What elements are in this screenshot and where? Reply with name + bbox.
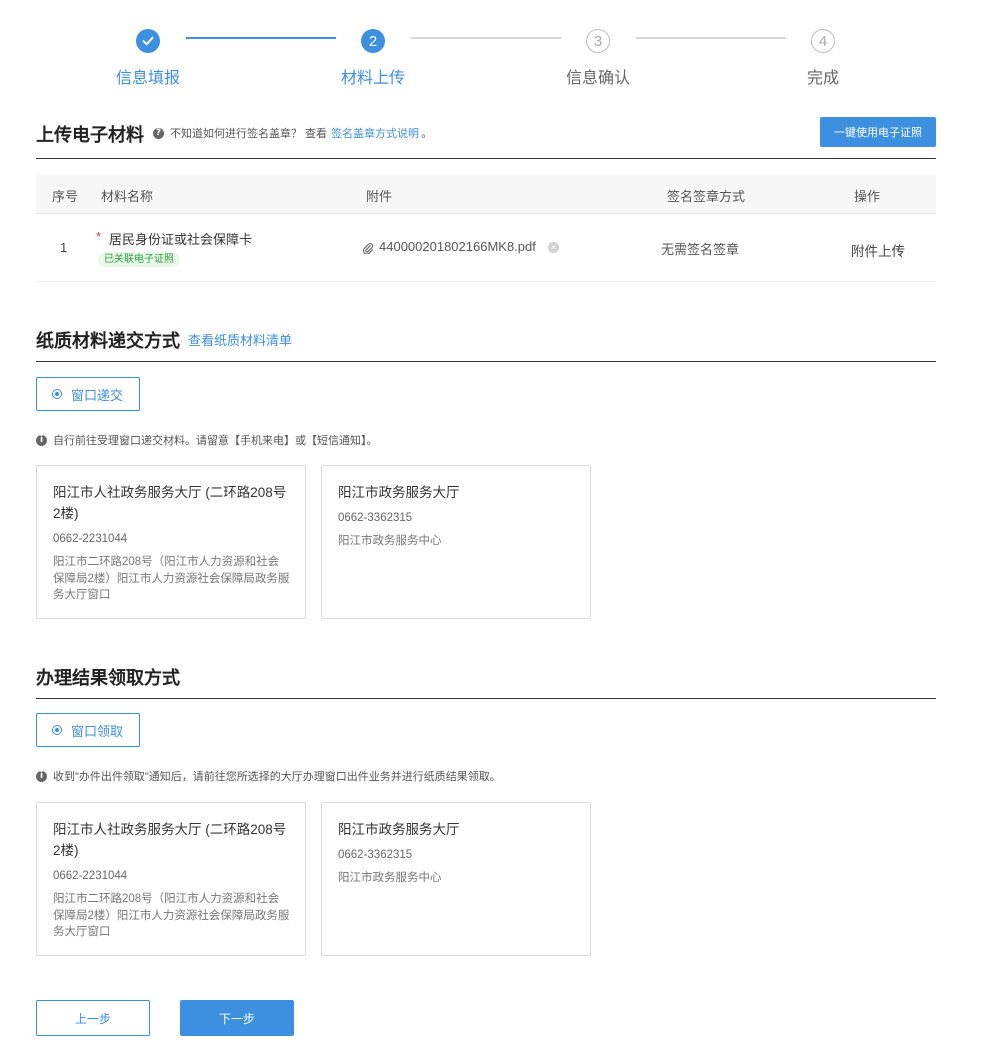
step-3-number: 3 [586,29,610,53]
paper-list-link[interactable]: 查看纸质材料清单 [188,330,292,349]
hall-card-paper-1[interactable]: 阳江市人社政务服务大厅 (二环路208号2楼) 0662-2231044 阳江市… [36,465,306,619]
question-icon: ? [153,127,164,139]
attachment-file-link[interactable]: 440000201802166MK8.pdf [379,239,536,254]
radio-selected-icon [52,725,62,735]
step-2-number: 2 [361,29,385,53]
result-section-title: 办理结果领取方式 [36,668,180,688]
result-section-divider [36,698,936,699]
step-2-label: 材料上传 [340,70,405,87]
step-3-label: 信息确认 [565,70,630,87]
info-icon: i [36,770,47,782]
col-action: 操作 [854,189,881,204]
col-sign-method: 签名签章方式 [667,189,746,204]
option-window-submit-label: 窗口递交 [71,387,124,403]
upload-section-divider [36,158,936,159]
upload-hint: ? 不知道如何进行签名盖章？ 查看 签名盖章方式说明 。 [153,125,432,141]
remove-attachment-icon[interactable]: ✕ [548,242,559,253]
paper-note: i 自行前往受理窗口递交材料。请留意【手机来电】或【短信通知】。 [36,432,378,448]
step-1-check-icon [136,29,160,53]
hall-name: 阳江市人社政务服务大厅 (二环路208号2楼) [53,485,287,521]
radio-selected-icon [52,389,62,399]
next-step-button[interactable]: 下一步 [180,1000,294,1036]
hall-address: 阳江市政务服务中心 [338,872,442,884]
upload-hint-end: 。 [421,128,433,140]
table-row: 1 * 居民身份证或社会保障卡 已关联电子证照 440000201802166M… [36,214,936,282]
option-window-pickup-label: 窗口领取 [71,723,124,739]
hall-name: 阳江市人社政务服务大厅 (二环路208号2楼) [53,822,287,858]
sign-method-value: 无需签名签章 [661,242,740,257]
prev-step-button[interactable]: 上一步 [36,1000,150,1036]
hall-address: 阳江市二环路208号（阳江市人力资源和社会保障局2楼）阳江市人力资源社会保障局政… [53,556,290,601]
paper-section-divider [36,361,936,362]
hall-phone: 0662-3362315 [338,512,413,524]
materials-table-header: 序号 材料名称 附件 签名签章方式 操作 [36,175,936,214]
step-4-label: 完成 [806,70,839,87]
row-index: 1 [60,240,68,255]
info-icon: i [36,434,47,446]
paper-section-title: 纸质材料递交方式 [36,331,180,351]
upload-attachment-button[interactable]: 附件上传 [851,240,905,260]
hall-phone: 0662-3362315 [338,849,413,861]
col-material-name: 材料名称 [101,189,154,204]
upload-hint-text: 不知道如何进行签名盖章？ 查看 [170,128,328,140]
use-ecert-button[interactable]: 一键使用电子证照 [820,117,936,147]
paper-note-text: 自行前往受理窗口递交材料。请留意【手机来电】或【短信通知】。 [53,435,378,447]
paperclip-icon [362,241,374,259]
hall-phone: 0662-2231044 [53,870,128,882]
step-connector-1 [186,37,336,39]
option-window-pickup[interactable]: 窗口领取 [36,713,140,747]
step-4-number: 4 [811,29,835,53]
col-attachment: 附件 [366,189,393,204]
step-1-label: 信息填报 [115,70,180,87]
col-index: 序号 [52,189,79,204]
hall-address: 阳江市政务服务中心 [338,535,442,547]
upload-section-title: 上传电子材料 [36,125,144,145]
hall-name: 阳江市政务服务大厅 [338,485,460,500]
required-mark: * [96,229,102,244]
hall-card-result-1[interactable]: 阳江市人社政务服务大厅 (二环路208号2楼) 0662-2231044 阳江市… [36,802,306,956]
step-connector-3 [636,37,786,39]
ecert-linked-badge: 已关联电子证照 [98,252,180,267]
sign-method-link[interactable]: 签名盖章方式说明 [331,125,419,141]
hall-phone: 0662-2231044 [53,533,128,545]
material-name: 居民身份证或社会保障卡 [109,232,253,247]
result-note-text: 收到"办件出件领取"通知后，请前往您所选择的大厅办理窗口出件业务并进行纸质结果领… [53,771,501,783]
hall-name: 阳江市政务服务大厅 [338,822,460,837]
hall-card-paper-2[interactable]: 阳江市政务服务大厅 0662-3362315 阳江市政务服务中心 [321,465,591,619]
result-note: i 收到"办件出件领取"通知后，请前往您所选择的大厅办理窗口出件业务并进行纸质结… [36,768,501,784]
step-connector-2 [411,37,561,39]
hall-card-result-2[interactable]: 阳江市政务服务大厅 0662-3362315 阳江市政务服务中心 [321,802,591,956]
hall-address: 阳江市二环路208号（阳江市人力资源和社会保障局2楼）阳江市人力资源社会保障局政… [53,893,290,938]
option-window-submit[interactable]: 窗口递交 [36,377,140,411]
